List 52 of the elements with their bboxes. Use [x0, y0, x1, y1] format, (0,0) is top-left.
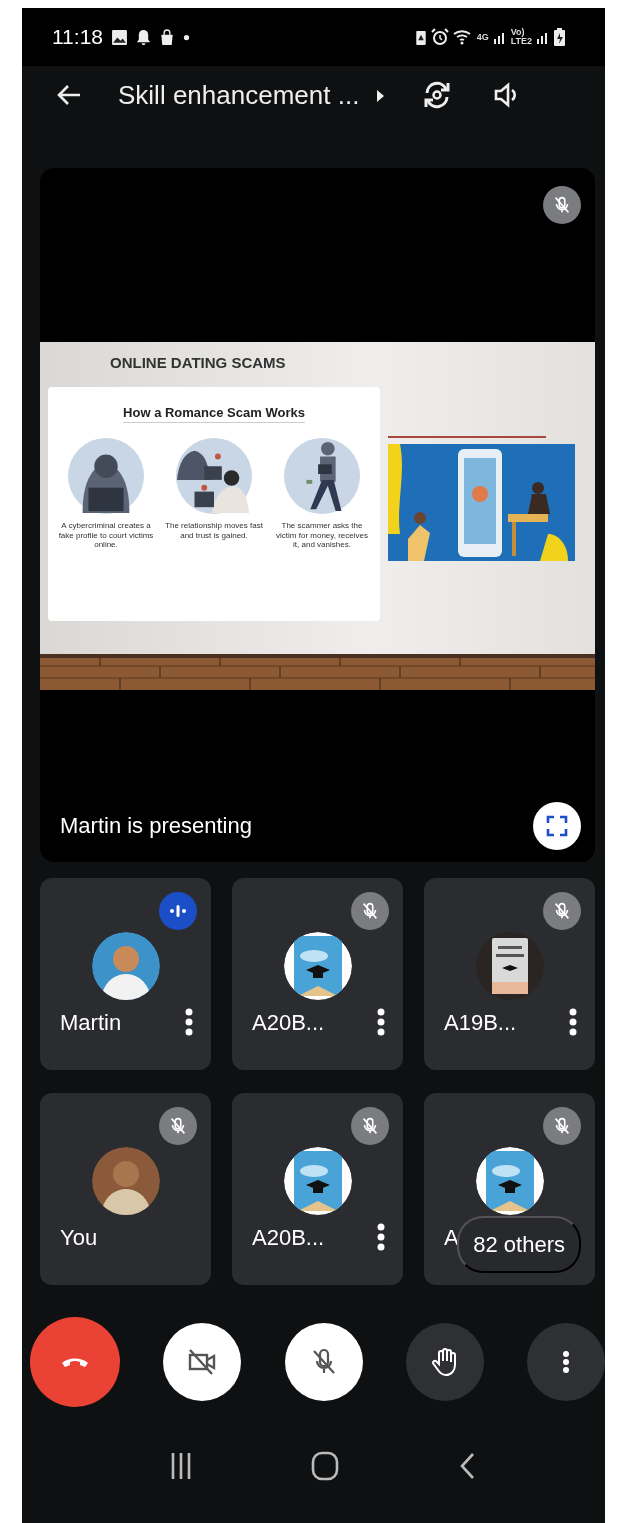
network-type-label: Vo) [510, 28, 525, 37]
participant-tile[interactable]: A 82 others [424, 1093, 595, 1285]
fullscreen-button[interactable] [533, 802, 581, 850]
battery-icon [554, 28, 565, 46]
signal-icon [492, 30, 507, 44]
participant-name: A20B... [252, 1223, 325, 1252]
participant-tile[interactable]: A20B... [232, 1093, 403, 1285]
more-icon [377, 1008, 385, 1036]
more-icon [185, 1008, 193, 1036]
more-options-button[interactable] [569, 1008, 577, 1036]
slide-caption: The relationship moves fast and trust is gained. [165, 521, 263, 541]
alarm-icon [430, 28, 449, 46]
more-options-button[interactable] [185, 1008, 193, 1036]
others-button[interactable]: 82 others [457, 1216, 581, 1273]
slide-title: ONLINE DATING SCAMS [110, 353, 287, 373]
more-icon [569, 1008, 577, 1036]
participant-name: A20B... [252, 1008, 325, 1037]
caret-icon [375, 87, 386, 104]
shopping-bag-icon [159, 28, 175, 46]
wifi-icon [452, 29, 473, 45]
home-button[interactable] [310, 1451, 339, 1481]
participant-name: A19B... [444, 1008, 517, 1037]
participant-name: You [60, 1223, 98, 1252]
network-type-label: 4G [476, 32, 489, 42]
gallery-icon [111, 28, 128, 46]
meeting-title: Skill enhancement ... [118, 78, 360, 112]
dot-icon [183, 33, 190, 41]
slide-heading: How a Romance Scam Works [123, 402, 305, 423]
network-type-label: LTE2 [510, 37, 532, 46]
more-options-button[interactable] [377, 1223, 385, 1251]
participant-tile[interactable]: Martin [40, 878, 211, 1070]
more-icon [563, 1351, 569, 1373]
battery-saver-icon [414, 28, 427, 46]
slide-caption: A cybercriminal creates a fake profile to court victims online. [57, 521, 155, 550]
signal-icon [536, 30, 550, 44]
participant-tile[interactable]: A20B... [232, 878, 403, 1070]
more-options-button[interactable] [377, 1008, 385, 1036]
participant-tile[interactable]: You [40, 1093, 211, 1285]
recent-apps-icon [169, 1451, 192, 1481]
bell-icon [136, 28, 151, 46]
phone-handset-icon [62, 1356, 88, 1368]
home-icon [310, 1451, 339, 1481]
audio-level-icon [168, 904, 188, 918]
more-icon [377, 1223, 385, 1251]
presenting-label: Martin is presenting [60, 812, 252, 840]
slide-caption: The scammer asks the victim for money, receives it, and vanishes. [275, 521, 369, 550]
participant-tile[interactable]: A19B... [424, 878, 595, 1070]
recent-apps-button[interactable] [169, 1451, 192, 1481]
clock-time: 11:18 [52, 24, 103, 51]
participant-name: Martin [60, 1008, 122, 1037]
fullscreen-icon [546, 815, 568, 837]
participant-name: A [444, 1223, 459, 1252]
